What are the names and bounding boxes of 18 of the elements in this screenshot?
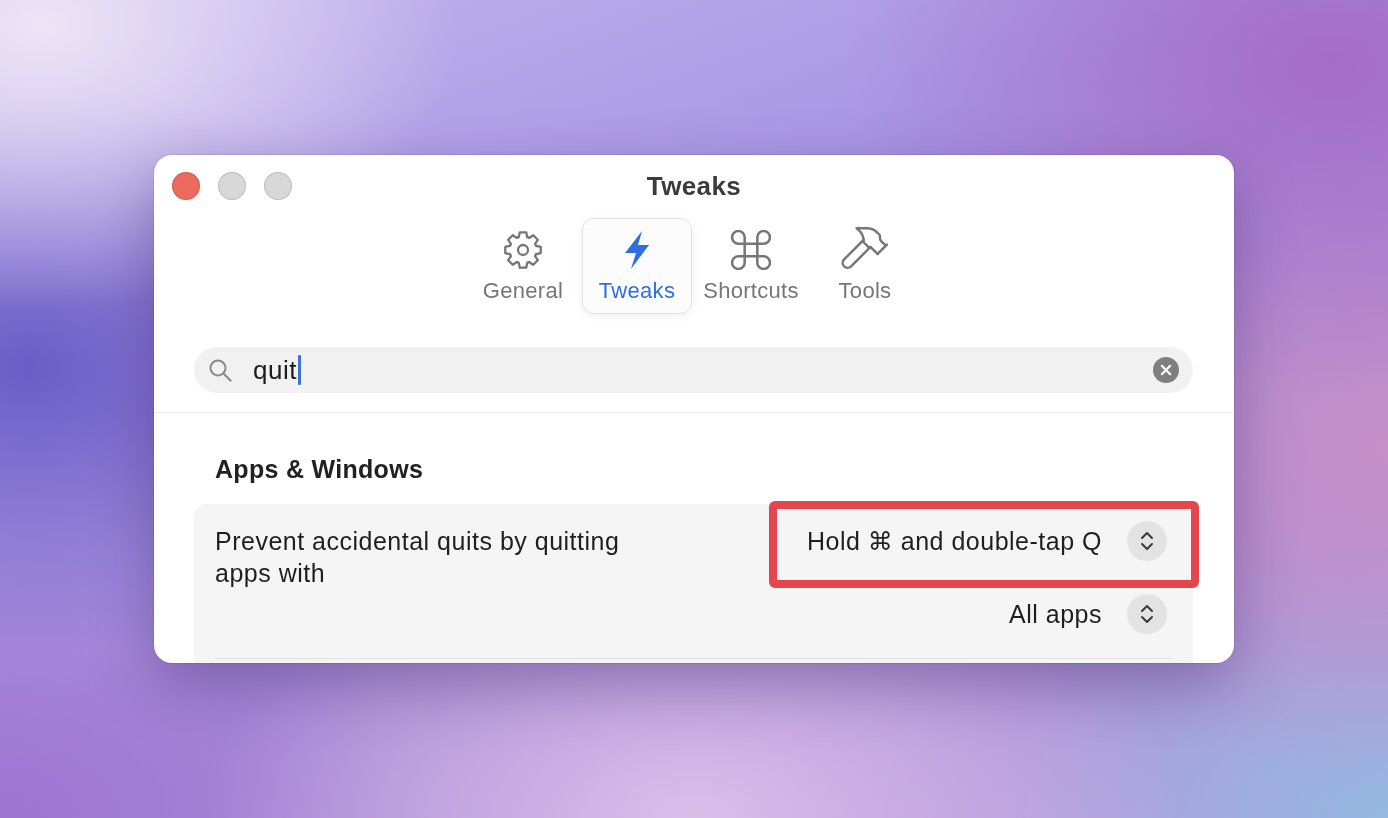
section-heading: Apps & Windows <box>215 455 424 483</box>
toolbar-tab[interactable]: General <box>468 218 578 314</box>
toolbar-tab[interactable]: Tweaks <box>582 218 692 314</box>
window-title: Tweaks <box>646 170 742 202</box>
search-text: quit <box>253 355 297 385</box>
up-down-chevron-icon <box>1127 594 1167 634</box>
close-button[interactable] <box>172 172 200 200</box>
setting-label: Prevent accidental quits by quitting apps with <box>215 526 621 589</box>
clear-search-icon[interactable] <box>1153 357 1179 383</box>
up-down-chevron-icon <box>1127 521 1167 561</box>
gear-icon <box>503 230 543 270</box>
command-key-icon <box>731 230 771 270</box>
toolbar-tab[interactable]: Tools <box>810 218 920 314</box>
search-field[interactable]: quit <box>194 347 1193 393</box>
toolbar-tab[interactable]: Shortcuts <box>696 218 806 314</box>
popup-button[interactable]: All apps <box>1009 594 1167 634</box>
popup-button[interactable]: Hold ⌘ and double-tap Q <box>807 521 1167 561</box>
search-icon <box>208 358 232 382</box>
